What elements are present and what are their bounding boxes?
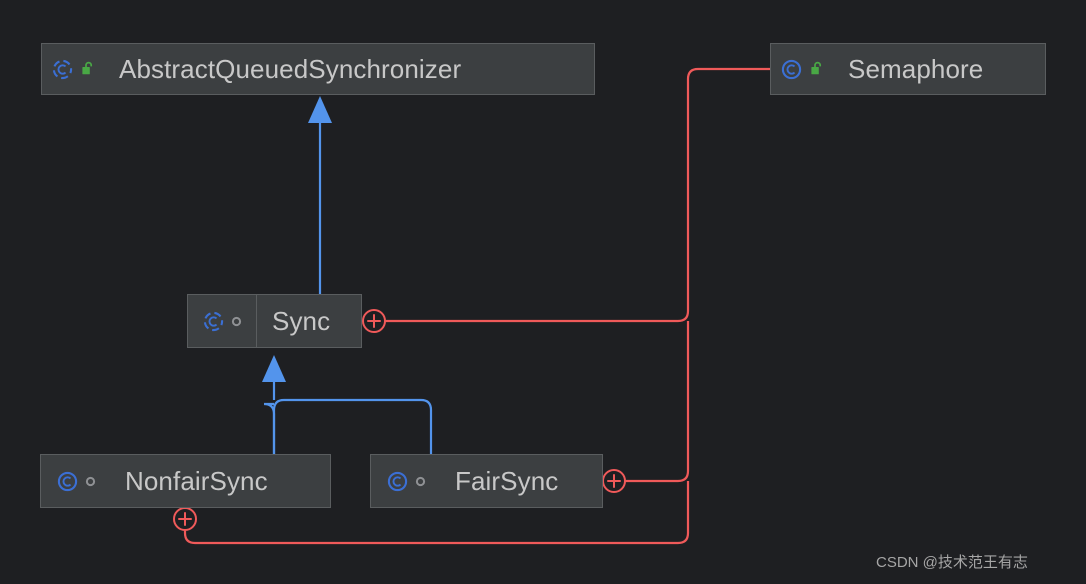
edge-sync-nested-in-semaphore [385, 67, 770, 323]
package-private-icon [415, 476, 425, 486]
class-node-label: Semaphore [848, 53, 984, 84]
node-icon-group [41, 455, 110, 507]
package-private-icon [85, 476, 95, 486]
class-node-label: AbstractQueuedSynchronizer [119, 53, 462, 84]
public-unlocked-icon [82, 61, 93, 75]
abstract-class-icon [203, 311, 224, 331]
class-node-sync[interactable]: Sync [187, 294, 362, 348]
class-diagram-canvas: AbstractQueuedSynchronizer Semaphore Syn… [0, 0, 1086, 584]
class-icon [387, 471, 407, 491]
node-icon-group [42, 44, 104, 94]
csdn-watermark: CSDN @技术范王有志 [876, 554, 1028, 571]
inheritance-arrowhead [262, 355, 286, 382]
class-node-semaphore[interactable]: Semaphore [770, 43, 1046, 95]
expand-marker-sync[interactable] [362, 309, 386, 333]
node-icon-group [188, 295, 257, 347]
edge-sync-extends-aqs [308, 96, 332, 294]
abstract-class-icon [52, 59, 73, 79]
class-node-label: Sync [272, 305, 331, 336]
expand-marker-nonfairsync[interactable] [173, 507, 197, 531]
node-icon-group [371, 455, 440, 507]
class-icon [781, 59, 802, 79]
expand-marker-fairsync[interactable] [602, 469, 626, 493]
class-node-label: NonfairSync [125, 465, 268, 496]
class-node-label: FairSync [455, 465, 559, 496]
public-unlocked-icon [811, 61, 822, 75]
class-node-abstractqueuedsynchronizer[interactable]: AbstractQueuedSynchronizer [41, 43, 595, 95]
class-icon [57, 471, 77, 491]
class-node-fairsync[interactable]: FairSync [370, 454, 603, 508]
inheritance-arrowhead [308, 96, 332, 123]
package-private-icon [231, 316, 242, 326]
edge-fairsync-nested-in-semaphore [625, 321, 690, 483]
class-node-nonfairsync[interactable]: NonfairSync [40, 454, 331, 508]
node-icon-group [771, 44, 833, 94]
edge-nonfairsync-extends-sync [262, 355, 433, 454]
